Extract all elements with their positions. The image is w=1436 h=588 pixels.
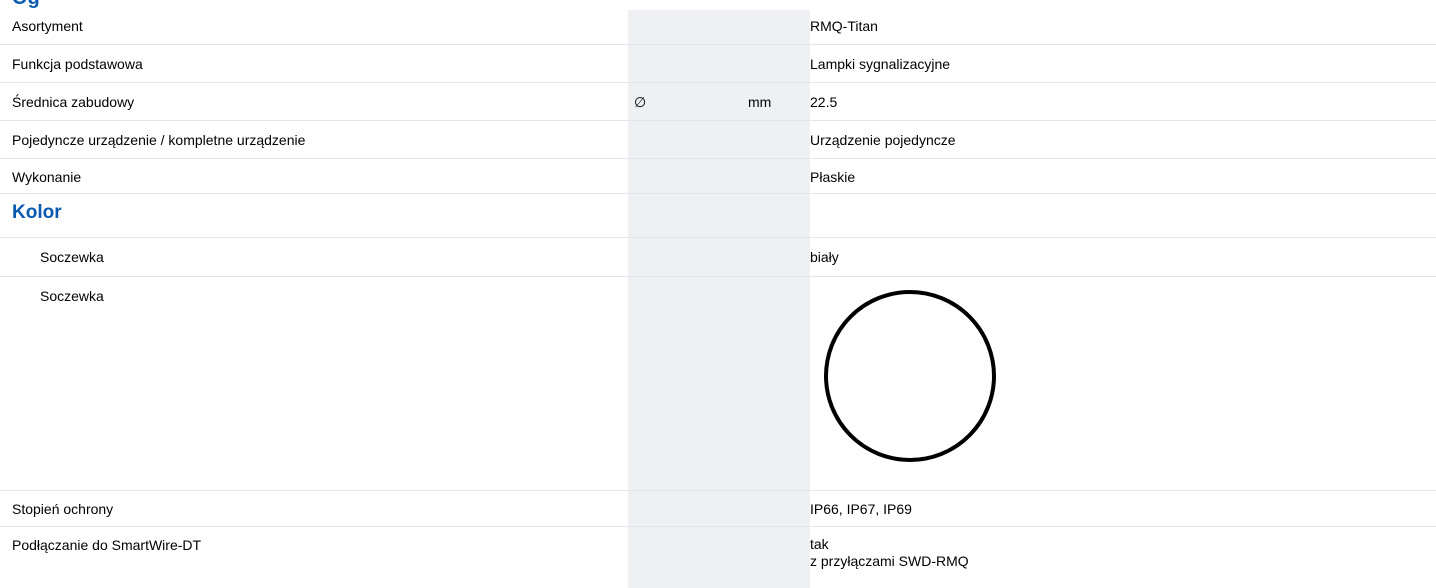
row-value-cell: RMQ-Titan [810, 10, 1436, 44]
diameter-symbol: ∅ [634, 93, 647, 110]
table-row: Wykonanie Płaskie [0, 157, 1436, 193]
row-unit-cell [742, 119, 810, 158]
row-label-cell: Soczewka [0, 275, 628, 490]
row-label-cell: Wykonanie [0, 157, 628, 193]
white-lens-circle-icon [824, 289, 996, 462]
row-symbol [634, 45, 742, 52]
row-label: Podłączanie do SmartWire-DT [12, 536, 202, 553]
row-symbol-cell [628, 119, 742, 158]
row-unit [748, 121, 810, 128]
row-value: Urządzenie pojedyncze [810, 131, 956, 148]
row-value-line-1: tak [810, 535, 829, 552]
empty-cell [742, 525, 810, 582]
row-label-cell: Średnica zabudowy [0, 81, 628, 120]
empty-cell [742, 236, 810, 276]
empty-cell [628, 275, 742, 490]
row-label-cell: Funkcja podstawowa [0, 43, 628, 82]
row-symbol-cell [628, 157, 742, 193]
row-label-cell: Soczewka [0, 236, 628, 276]
row-label: Pojedyncze urządzenie / kompletne urządz… [12, 131, 306, 148]
row-label: Soczewka [40, 287, 104, 304]
row-value-cell: biały [810, 236, 1436, 276]
row-value-cell: Płaskie [810, 157, 1436, 193]
table-row-heading: Kolor [0, 192, 1436, 237]
row-value-cell: IP66, IP67, IP69 [810, 489, 1436, 526]
row-value: biały [810, 248, 839, 265]
row-symbol [634, 10, 742, 17]
table-row: Stopień ochrony IP66, IP67, IP69 [0, 489, 1436, 526]
row-symbol [634, 121, 742, 128]
row-value: IP66, IP67, IP69 [810, 500, 912, 517]
row-unit-cell [742, 43, 810, 82]
row-unit: mm [748, 93, 772, 110]
row-label-cell: Stopień ochrony [0, 489, 628, 526]
row-label: Stopień ochrony [12, 500, 114, 517]
row-value: RMQ-Titan [810, 18, 878, 34]
table-row: Średnica zabudowy ∅ mm 22.5 [0, 81, 1436, 120]
empty-cell [742, 275, 810, 490]
row-symbol-cell [628, 10, 742, 44]
section-heading-fragment: Og [12, 0, 40, 10]
row-value: 22.5 [810, 93, 838, 110]
row-symbol-cell [628, 43, 742, 82]
table-row: Asortyment RMQ-Titan [0, 10, 1436, 44]
empty-cell [742, 192, 810, 237]
section-heading-cell: Kolor [0, 192, 628, 237]
row-unit-cell: mm [742, 81, 810, 120]
empty-cell [628, 192, 742, 237]
empty-cell [628, 236, 742, 276]
row-unit [748, 159, 810, 166]
row-value-cell: tak z przyłączami SWD-RMQ [810, 525, 1436, 582]
row-value-cell: 22.5 [810, 81, 1436, 120]
row-value-cell: Urządzenie pojedyncze [810, 119, 1436, 158]
row-unit [748, 45, 810, 52]
row-value-cell [810, 275, 1436, 490]
row-unit [748, 10, 810, 17]
row-label: Średnica zabudowy [12, 93, 135, 110]
row-unit-cell [742, 157, 810, 193]
table-row: Podłączanie do SmartWire-DT tak z przyłą… [0, 525, 1436, 582]
row-label: Funkcja podstawowa [12, 55, 143, 72]
row-value: Lampki sygnalizacyjne [810, 55, 951, 72]
row-value-cell: Lampki sygnalizacyjne [810, 43, 1436, 82]
table-row: Soczewka [0, 275, 1436, 490]
section-heading-kolor: Kolor [12, 201, 62, 223]
spec-table: Asortyment RMQ-Titan Funkcja podstawowa … [0, 10, 1436, 582]
row-symbol-cell: ∅ [628, 81, 742, 120]
empty-cell [742, 489, 810, 526]
row-value-line-2: z przyłączami SWD-RMQ [810, 552, 969, 569]
row-label: Soczewka [40, 248, 104, 265]
row-symbol [634, 159, 742, 166]
row-unit-cell [742, 10, 810, 44]
table-row: Funkcja podstawowa Lampki sygnalizacyjne [0, 43, 1436, 82]
row-label: Wykonanie [12, 168, 82, 185]
table-row: Pojedyncze urządzenie / kompletne urządz… [0, 119, 1436, 158]
empty-cell [628, 525, 742, 582]
row-label-cell: Asortyment [0, 10, 628, 44]
row-label: Asortyment [12, 18, 83, 34]
table-row: Soczewka biały [0, 236, 1436, 276]
section-heading-cut: Og [0, 0, 1436, 10]
empty-cell [810, 192, 1436, 237]
empty-cell [628, 489, 742, 526]
row-value: Płaskie [810, 168, 856, 185]
row-label-cell: Podłączanie do SmartWire-DT [0, 525, 628, 582]
row-label-cell: Pojedyncze urządzenie / kompletne urządz… [0, 119, 628, 158]
